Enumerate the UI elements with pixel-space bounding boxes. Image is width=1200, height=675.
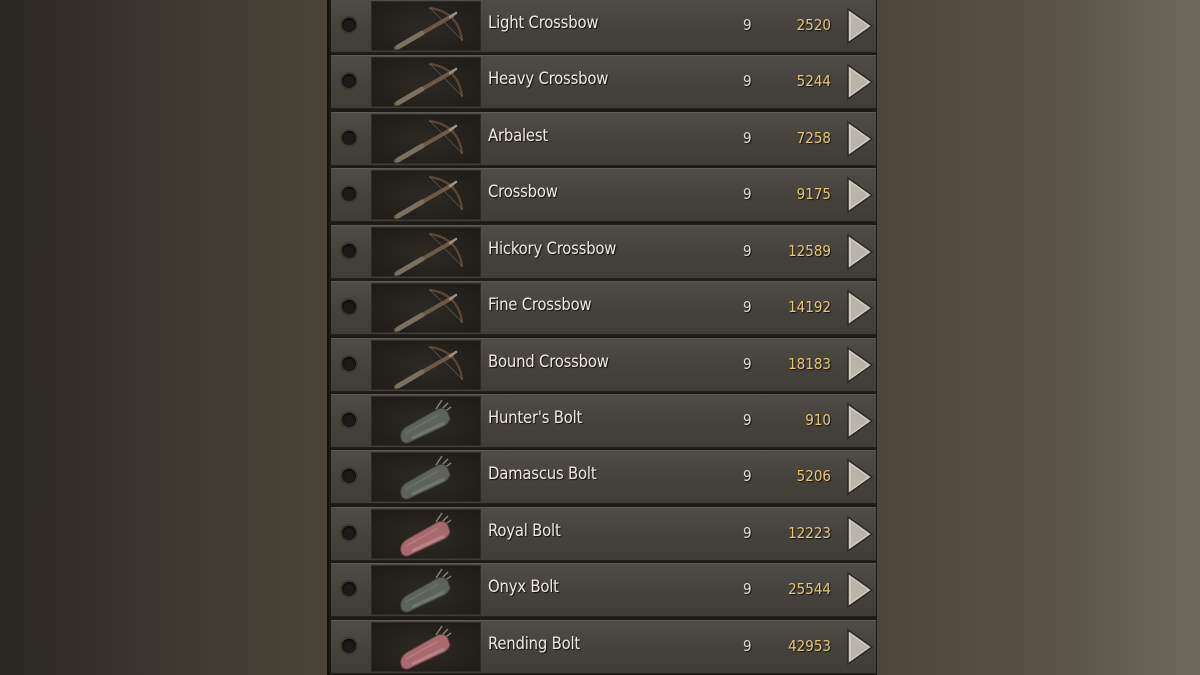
item-row[interactable]: Hickory Crossbow 9 12589 <box>331 225 876 279</box>
item-thumbnail <box>371 227 481 277</box>
item-tier: 9 <box>743 467 752 485</box>
item-tier: 9 <box>743 16 752 34</box>
select-radio[interactable] <box>342 300 356 314</box>
item-price: 9175 <box>796 185 831 203</box>
item-tier: 9 <box>743 355 752 373</box>
play-arrow-icon[interactable] <box>844 342 876 388</box>
item-row[interactable]: Onyx Bolt 9 25544 <box>331 563 876 617</box>
item-price: 12589 <box>788 242 831 260</box>
item-row[interactable]: Arbalest 9 7258 <box>331 112 876 166</box>
select-radio[interactable] <box>342 187 356 201</box>
select-radio[interactable] <box>342 18 356 32</box>
item-price: 18183 <box>788 355 831 373</box>
item-name: Rending Bolt <box>488 634 581 653</box>
item-tier: 9 <box>743 524 752 542</box>
item-row[interactable]: Royal Bolt 9 12223 <box>331 507 876 561</box>
item-name: Hickory Crossbow <box>488 239 617 258</box>
play-arrow-icon[interactable] <box>844 454 876 500</box>
item-thumbnail <box>371 57 481 107</box>
select-radio[interactable] <box>342 526 356 540</box>
play-arrow-icon[interactable] <box>844 172 876 218</box>
item-name: Royal Bolt <box>488 521 561 540</box>
item-price: 910 <box>805 411 831 429</box>
play-arrow-icon[interactable] <box>844 285 876 331</box>
item-price: 7258 <box>796 129 831 147</box>
item-thumbnail <box>371 565 481 615</box>
item-name: Damascus Bolt <box>488 464 597 483</box>
item-thumbnail <box>371 452 481 502</box>
item-row[interactable]: Hunter's Bolt 9 910 <box>331 394 876 448</box>
item-list-panel: Light Crossbow 9 2520 Heavy Crossbow 9 5… <box>327 0 877 675</box>
item-name: Crossbow <box>488 182 558 201</box>
item-row[interactable]: Fine Crossbow 9 14192 <box>331 281 876 335</box>
play-arrow-icon[interactable] <box>844 567 876 613</box>
item-thumbnail <box>371 396 481 446</box>
item-thumbnail <box>371 283 481 333</box>
item-thumbnail <box>371 509 481 559</box>
item-price: 42953 <box>788 637 831 655</box>
item-price: 5206 <box>796 467 831 485</box>
select-radio[interactable] <box>342 582 356 596</box>
play-arrow-icon[interactable] <box>844 116 876 162</box>
select-radio[interactable] <box>342 131 356 145</box>
item-thumbnail <box>371 114 481 164</box>
item-thumbnail <box>371 170 481 220</box>
item-price: 12223 <box>788 524 831 542</box>
item-thumbnail <box>371 1 481 51</box>
item-name: Light Crossbow <box>488 13 599 32</box>
select-radio[interactable] <box>342 469 356 483</box>
play-arrow-icon[interactable] <box>844 398 876 444</box>
play-arrow-icon[interactable] <box>844 59 876 105</box>
select-radio[interactable] <box>342 413 356 427</box>
item-price: 14192 <box>788 298 831 316</box>
play-arrow-icon[interactable] <box>844 624 876 670</box>
item-row[interactable]: Light Crossbow 9 2520 <box>331 0 876 53</box>
item-row[interactable]: Damascus Bolt 9 5206 <box>331 450 876 504</box>
select-radio[interactable] <box>342 639 356 653</box>
play-arrow-icon[interactable] <box>844 229 876 275</box>
item-name: Heavy Crossbow <box>488 69 609 88</box>
item-thumbnail <box>371 340 481 390</box>
item-tier: 9 <box>743 637 752 655</box>
item-name: Fine Crossbow <box>488 295 592 314</box>
item-price: 2520 <box>796 16 831 34</box>
item-name: Arbalest <box>488 126 548 145</box>
item-name: Hunter's Bolt <box>488 408 583 427</box>
item-tier: 9 <box>743 72 752 90</box>
item-name: Bound Crossbow <box>488 352 609 371</box>
item-thumbnail <box>371 622 481 672</box>
item-row[interactable]: Rending Bolt 9 42953 <box>331 620 876 674</box>
item-tier: 9 <box>743 580 752 598</box>
item-tier: 9 <box>743 298 752 316</box>
item-row[interactable]: Heavy Crossbow 9 5244 <box>331 55 876 109</box>
item-tier: 9 <box>743 242 752 260</box>
item-price: 25544 <box>788 580 831 598</box>
item-row[interactable]: Crossbow 9 9175 <box>331 168 876 222</box>
item-price: 5244 <box>796 72 831 90</box>
item-tier: 9 <box>743 185 752 203</box>
play-arrow-icon[interactable] <box>844 3 876 49</box>
item-tier: 9 <box>743 411 752 429</box>
item-row[interactable]: Bound Crossbow 9 18183 <box>331 338 876 392</box>
select-radio[interactable] <box>342 244 356 258</box>
item-tier: 9 <box>743 129 752 147</box>
play-arrow-icon[interactable] <box>844 511 876 557</box>
select-radio[interactable] <box>342 74 356 88</box>
item-name: Onyx Bolt <box>488 577 559 596</box>
select-radio[interactable] <box>342 357 356 371</box>
